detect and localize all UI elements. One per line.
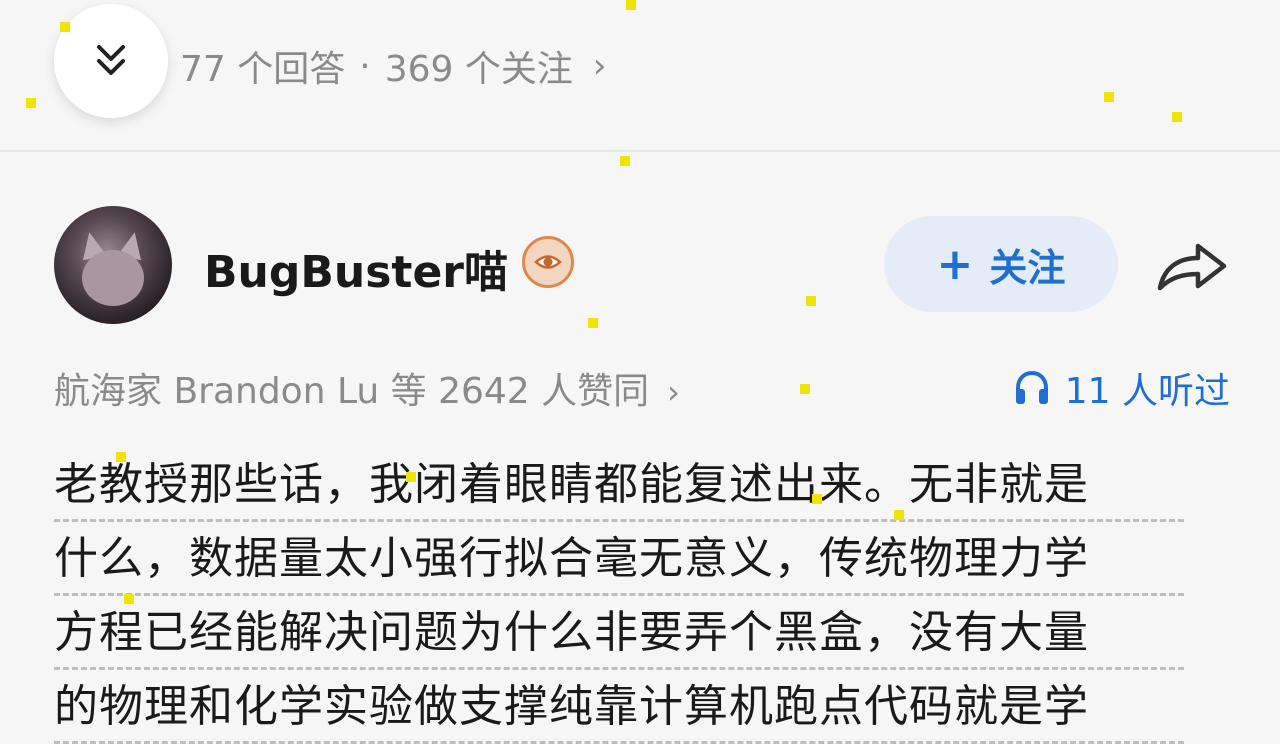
headphones-icon (1015, 370, 1048, 404)
answer-body: 老教授那些话，我闭着眼睛都能复述出来。无非就是 什么，数据量太小强行拟合毫无意义… (54, 448, 1184, 744)
question-stats-link[interactable]: 77 个回答 · 369 个关注 › (180, 38, 607, 94)
double-chevron-down-icon (97, 45, 125, 75)
answer-line: 老教授那些话，我闭着眼睛都能复述出来。无非就是 (54, 448, 1184, 522)
chevron-right-icon: › (592, 46, 607, 86)
author-row: BugBuster喵 + 关注 (54, 206, 1234, 326)
upvote-summary-link[interactable]: 航海家 Brandon Lu 等 2642 人赞同 › (54, 362, 680, 414)
decor-speck (1104, 92, 1114, 102)
decor-speck (812, 494, 822, 504)
follower-count: 369 个关注 (384, 49, 573, 90)
decor-speck (800, 384, 810, 394)
listen-link[interactable]: 11 人听过 (1013, 362, 1230, 414)
decor-speck (620, 156, 630, 166)
upvote-text: 航海家 Brandon Lu 等 2642 人赞同 (54, 371, 650, 412)
answer-line: 的物理和化学实验做支撑纯靠计算机跑点代码就是学 (54, 670, 1184, 744)
follow-label: 关注 (989, 245, 1066, 290)
answer-meta-row: 航海家 Brandon Lu 等 2642 人赞同 › 11 人听过 (54, 362, 1230, 418)
decor-speck (116, 452, 126, 462)
question-header-bar: 77 个回答 · 369 个关注 › (0, 0, 1280, 150)
chevron-right-icon: › (667, 373, 680, 411)
decor-speck (588, 318, 598, 328)
decor-speck (26, 98, 36, 108)
decor-speck (406, 472, 416, 482)
decor-speck (60, 22, 70, 32)
answer-count: 77 个回答 (180, 49, 346, 90)
decor-speck (626, 0, 636, 10)
answer-line: 什么，数据量太小强行拟合毫无意义，传统物理力学 (54, 522, 1184, 596)
avatar[interactable] (54, 206, 172, 324)
plus-icon: + (936, 238, 974, 290)
decor-speck (894, 510, 904, 520)
header-divider (0, 150, 1280, 152)
share-arrow-icon[interactable] (1154, 234, 1230, 296)
author-name[interactable]: BugBuster喵 (204, 236, 508, 300)
follow-button[interactable]: + 关注 (884, 216, 1118, 312)
eye-badge-icon[interactable] (522, 236, 574, 288)
answer-line: 方程已经能解决问题为什么非要弄个黑盒，没有大量 (54, 596, 1184, 670)
listeners-count: 11 人听过 (1064, 371, 1230, 412)
collapse-button[interactable] (54, 4, 168, 118)
decor-speck (124, 594, 134, 604)
decor-speck (806, 296, 816, 306)
stats-separator: · (359, 45, 371, 87)
decor-speck (1172, 112, 1182, 122)
